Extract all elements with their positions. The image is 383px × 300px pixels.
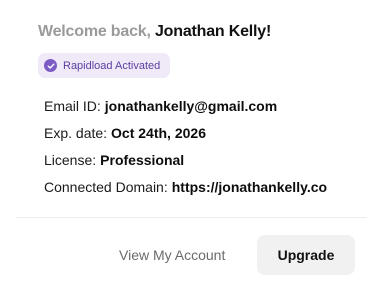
email-row: Email ID: jonathankelly@gmail.com (44, 92, 364, 119)
status-badge-label: Rapidload Activated (63, 59, 161, 72)
license-card: Welcome back, Jonathan Kelly! Rapidload … (0, 0, 383, 300)
domain-label: Connected Domain: (44, 178, 168, 195)
expiry-label: Exp. date: (44, 124, 108, 141)
domain-value: https://jonathankelly.co (171, 178, 328, 195)
email-value: jonathankelly@gmail.com (104, 97, 278, 114)
card-actions: View My Account Upgrade (0, 235, 383, 275)
user-name: Jonathan Kelly! (154, 23, 272, 40)
email-label: Email ID: (44, 97, 101, 114)
check-circle-icon (44, 59, 57, 72)
status-badge: Rapidload Activated (38, 53, 171, 78)
welcome-prefix: Welcome back, (38, 23, 151, 40)
upgrade-button[interactable]: Upgrade (257, 235, 355, 275)
license-label: License: (44, 151, 97, 168)
account-details: Email ID: jonathankelly@gmail.com Exp. d… (44, 92, 364, 200)
welcome-heading: Welcome back, Jonathan Kelly! (38, 23, 271, 41)
license-value: Professional (100, 151, 185, 168)
view-account-button[interactable]: View My Account (119, 235, 225, 275)
license-row: License: Professional (44, 146, 364, 173)
expiry-row: Exp. date: Oct 24th, 2026 (44, 119, 364, 146)
divider (16, 217, 367, 218)
expiry-value: Oct 24th, 2026 (111, 124, 206, 141)
domain-row: Connected Domain: https://jonathankelly.… (44, 173, 364, 200)
